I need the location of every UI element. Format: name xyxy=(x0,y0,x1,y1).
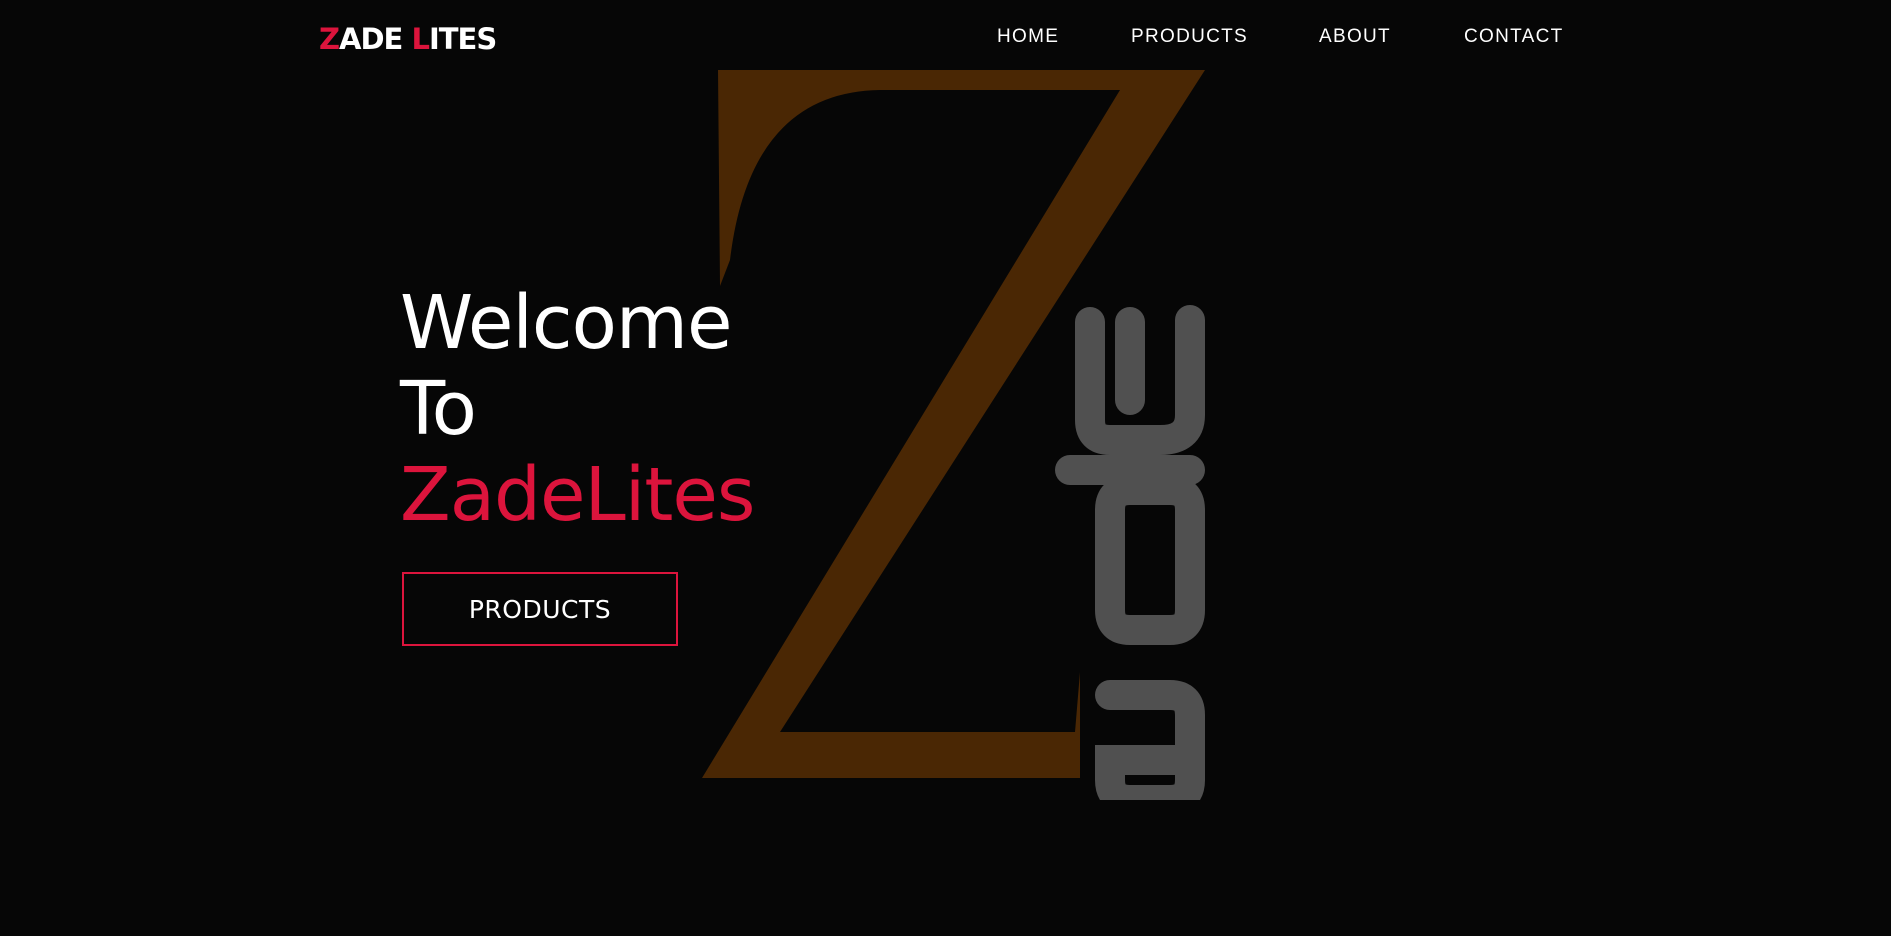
hero-line-to: To xyxy=(400,366,477,452)
hero-line-brand: ZadeLites xyxy=(400,452,755,538)
hero-line-welcome: Welcome xyxy=(400,280,733,366)
nav-home-link[interactable]: HOME xyxy=(997,26,1059,48)
nav-contact-link[interactable]: CONTACT xyxy=(1464,26,1564,48)
page: ZADE LITES HOME PRODUCTS ABOUT CONTACT W… xyxy=(0,0,1891,936)
hero-heading: Welcome To ZadeLites xyxy=(400,280,920,538)
site-header: ZADE LITES HOME PRODUCTS ABOUT CONTACT xyxy=(0,0,1891,76)
nav-products-link[interactable]: PRODUCTS xyxy=(1131,26,1248,48)
logo-letters-ade xyxy=(1055,305,1205,800)
nav-about-link[interactable]: ABOUT xyxy=(1319,26,1391,48)
main-nav: HOME PRODUCTS ABOUT CONTACT xyxy=(0,26,1891,50)
products-cta-button[interactable]: PRODUCTS xyxy=(402,572,678,646)
